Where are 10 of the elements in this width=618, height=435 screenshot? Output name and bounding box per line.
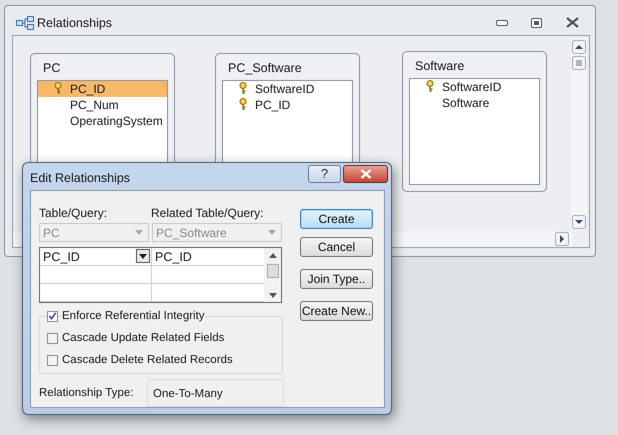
relationship-type-label: Relationship Type: (39, 387, 134, 399)
relationship-type-value: One-To-Many (147, 379, 284, 407)
option-label: Enforce Referential Integrity (62, 310, 205, 322)
dialog-title: Edit Relationships (30, 171, 130, 185)
option-label: Cascade Update Related Fields (62, 332, 224, 344)
table-name: PC (43, 61, 60, 75)
option-label: Cascade Delete Related Records (62, 354, 233, 366)
window-title: Relationships (37, 16, 112, 30)
table-name: PC_Software (228, 61, 302, 75)
table-name: Software (415, 59, 464, 73)
